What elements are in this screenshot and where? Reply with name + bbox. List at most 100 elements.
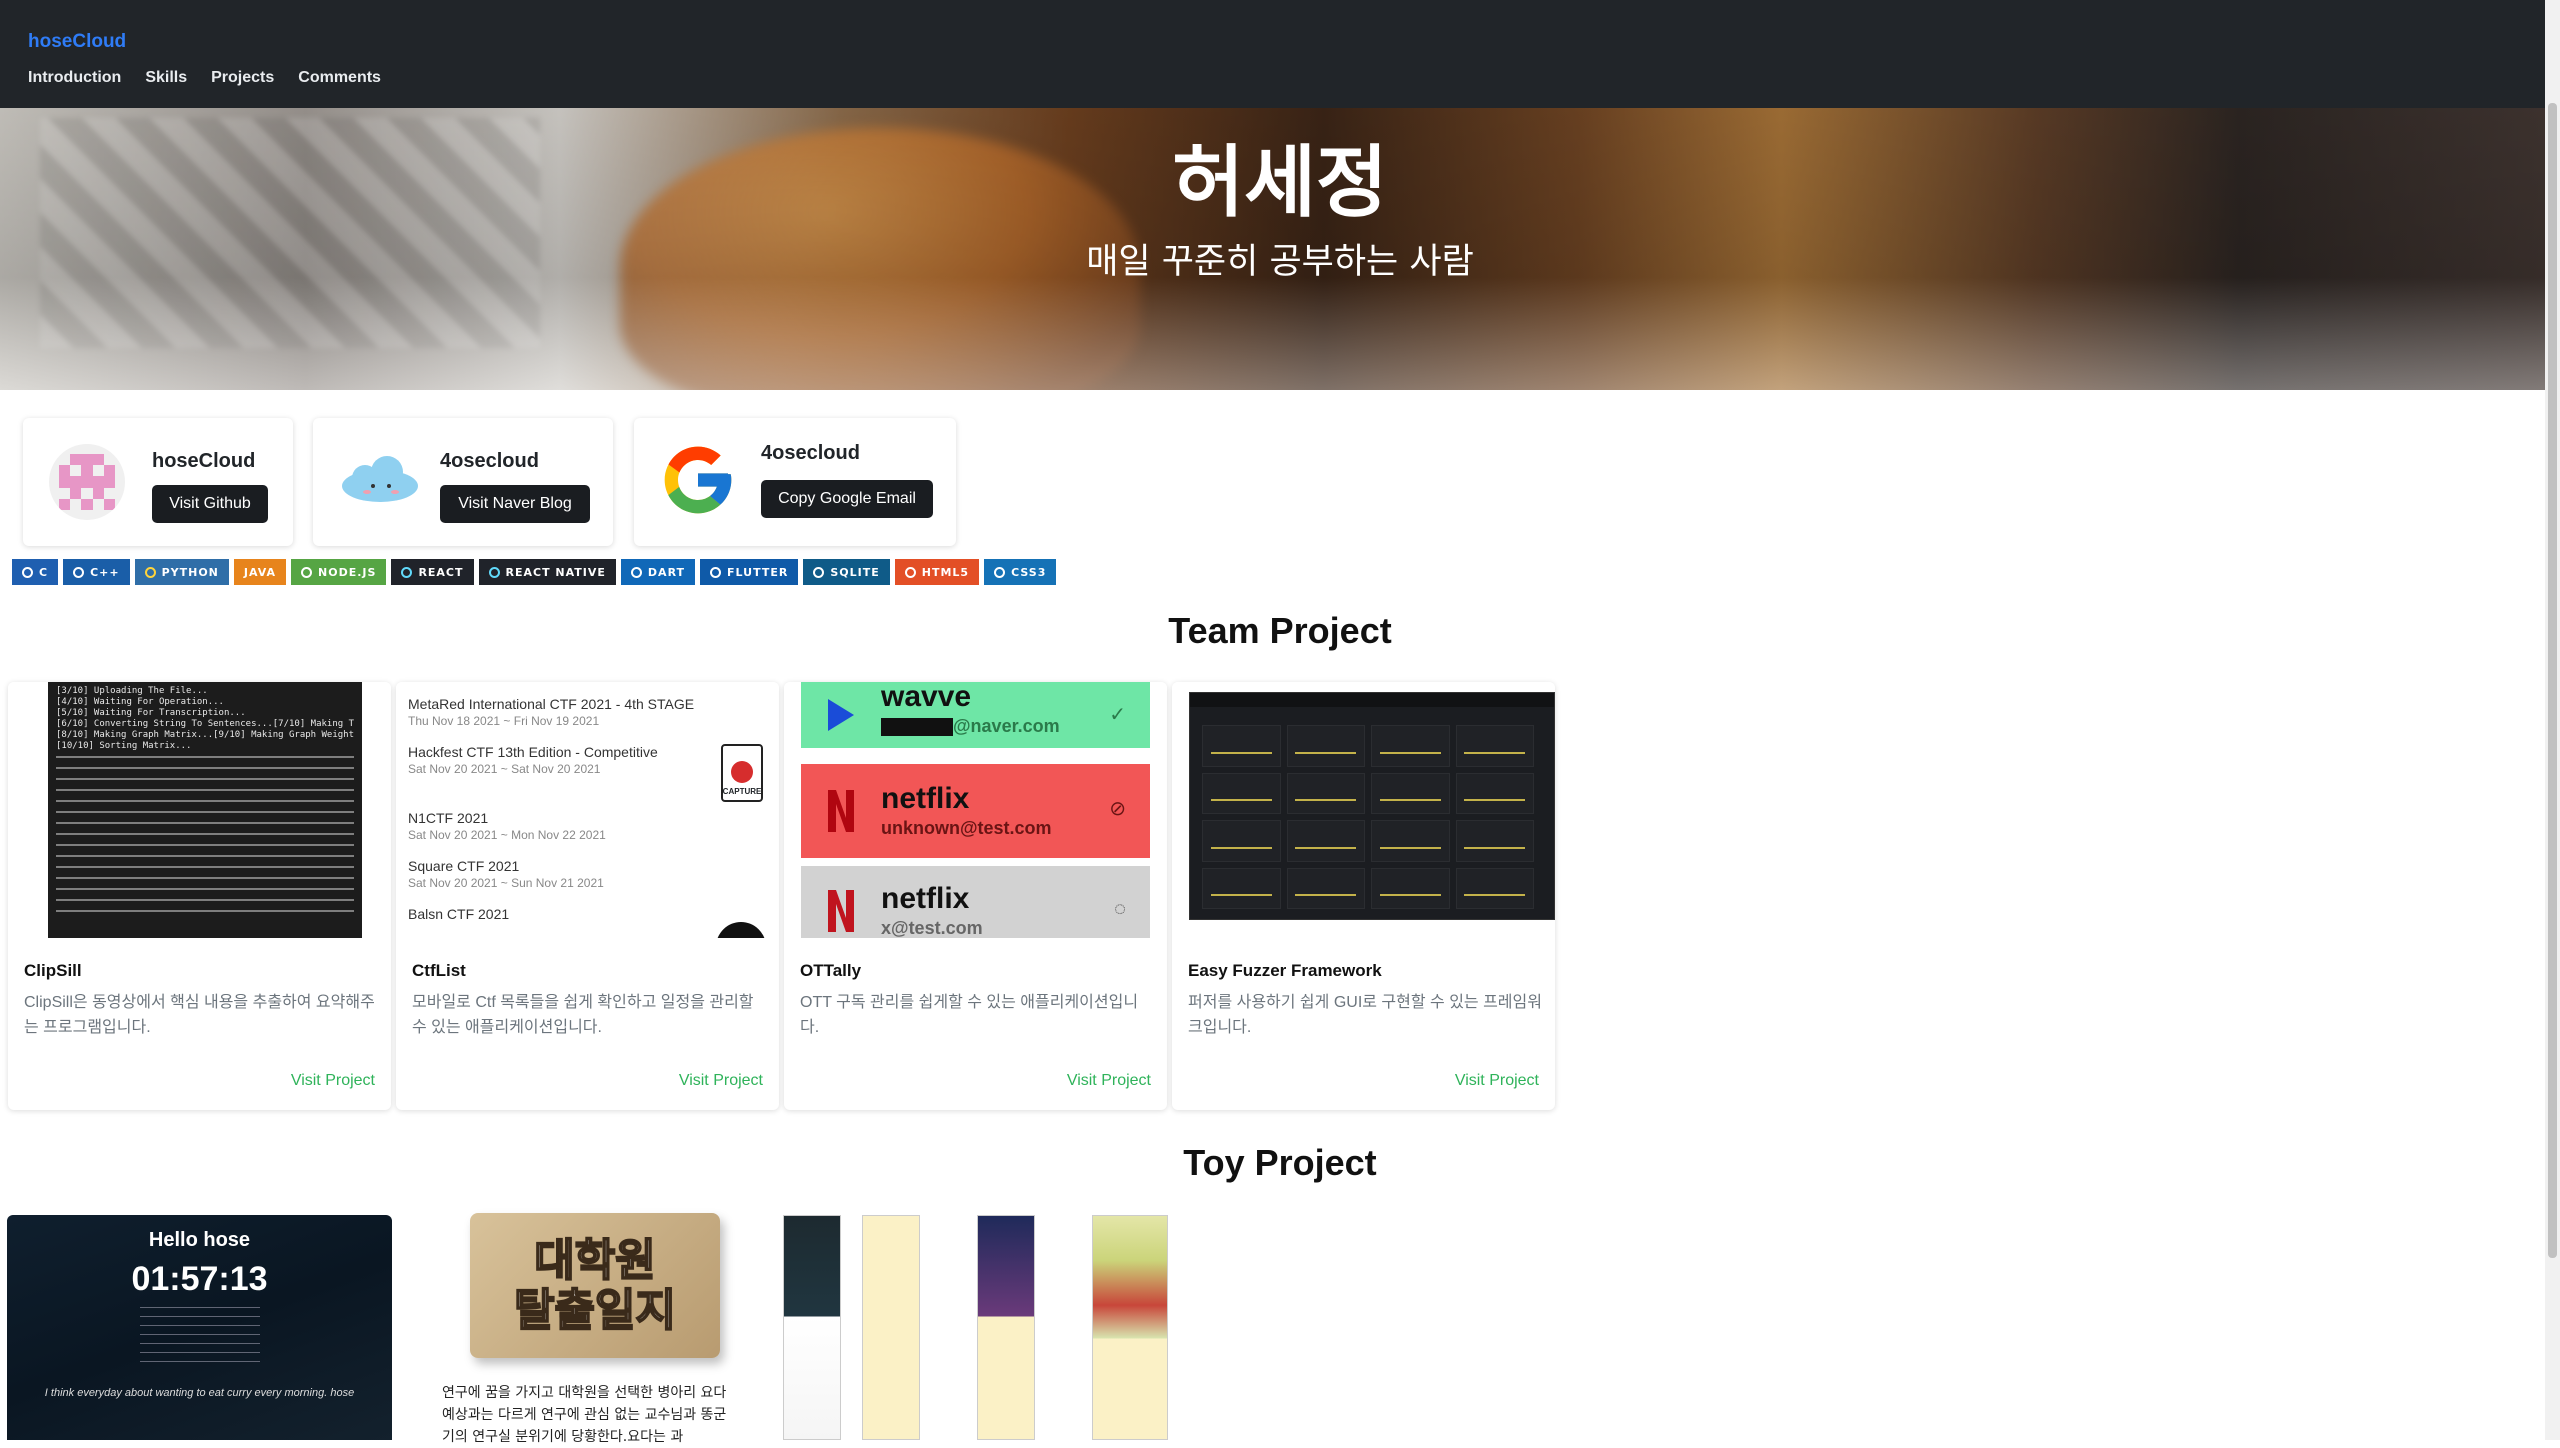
visit-project-link[interactable]: Visit Project xyxy=(679,1072,763,1090)
movie-app-screen-4[interactable] xyxy=(1092,1215,1168,1440)
toy-project-clock[interactable]: Hello hose 01:57:13 I think everyday abo… xyxy=(7,1215,392,1440)
movie-app-screen-3[interactable] xyxy=(977,1215,1035,1440)
identicon-avatar xyxy=(49,444,125,520)
ctf-list-item: N1CTF 2021 Sat Nov 20 2021 ~ Mon Nov 22 2… xyxy=(408,810,606,842)
badge-dart: DART xyxy=(620,559,696,585)
team-project-heading: Team Project xyxy=(1168,610,1392,651)
project-title: CtfList xyxy=(412,961,466,980)
toy-project-heading: Toy Project xyxy=(1183,1142,1377,1183)
dashboard-panels xyxy=(1202,725,1534,909)
project-title: ClipSill xyxy=(24,961,82,980)
google-card: 4osecloud Copy Google Email xyxy=(634,418,956,546)
badge-java: JAVA xyxy=(233,559,287,585)
github-username: hoseCloud xyxy=(152,450,256,472)
nav-links: Introduction Skills Projects Comments xyxy=(28,69,381,87)
netflix-logo-icon xyxy=(828,790,854,832)
subscription-item-netflix: netflix unknown@test.com ⊘ xyxy=(801,764,1150,858)
naver-blog-card: 4osecloud Visit Naver Blog xyxy=(313,418,613,546)
google-username: 4osecloud xyxy=(761,442,860,464)
netflix-logo-icon xyxy=(828,890,854,932)
skull-icon xyxy=(731,761,753,783)
blocked-icon: ⊘ xyxy=(1109,798,1126,820)
badge-html5: HTML5 xyxy=(894,559,980,585)
clock-todo-list xyxy=(7,1307,392,1367)
project-description: OTT 구독 관리를 쉽게할 수 있는 애플리케이션입니다. xyxy=(800,994,1139,1036)
html5-icon xyxy=(904,566,916,578)
clipsill-terminal: [3/10] Uploading The File... [4/10] Wait… xyxy=(48,682,362,938)
redacted-block xyxy=(881,717,953,736)
clock-time: 01:57:13 xyxy=(131,1260,268,1298)
toy-project-poster[interactable]: 대학원 탈출일지 xyxy=(470,1213,720,1358)
visit-project-link[interactable]: Visit Project xyxy=(1067,1072,1151,1090)
check-icon: ✓ xyxy=(1109,704,1126,726)
dashboard-titlebar xyxy=(1190,693,1554,707)
cloud-avatar-icon xyxy=(342,456,418,502)
badge-cpp: C++ xyxy=(63,559,130,585)
visit-project-link[interactable]: Visit Project xyxy=(291,1072,375,1090)
badge-css3: CSS3 xyxy=(984,559,1057,585)
scrollbar-thumb[interactable] xyxy=(2548,103,2557,1258)
ctf-team-logo: CAPTURE xyxy=(721,744,763,802)
wavve-logo-icon xyxy=(828,699,854,731)
fuzzer-thumbnail xyxy=(1172,682,1555,938)
subscription-item-wavve: wavve @naver.com ✓ xyxy=(801,682,1150,748)
react-icon xyxy=(401,566,413,578)
css3-icon xyxy=(994,566,1006,578)
nav-projects[interactable]: Projects xyxy=(211,69,274,87)
loading-icon: ◌ xyxy=(1114,898,1126,920)
movie-app-screen-1[interactable] xyxy=(783,1215,841,1440)
page-scrollbar[interactable] xyxy=(2545,0,2560,1440)
google-icon xyxy=(664,446,732,514)
subscription-item-netflix-pending: netflix x@test.com ◌ xyxy=(801,866,1150,938)
python-icon xyxy=(144,566,156,578)
ctf-list-item: Balsn CTF 2021 xyxy=(408,906,510,922)
cpp-icon xyxy=(73,566,85,578)
naver-username: 4osecloud xyxy=(440,450,539,472)
nav-skills[interactable]: Skills xyxy=(145,69,187,87)
c-icon xyxy=(22,566,33,578)
project-card-clipsill[interactable]: [3/10] Uploading The File... [4/10] Wait… xyxy=(8,682,391,1110)
badge-react: REACT xyxy=(391,559,474,585)
clock-greeting: Hello hose xyxy=(148,1229,251,1251)
skill-badges: C C++ PYTHON JAVA NODE.JS REACT REACT NA… xyxy=(12,559,1057,585)
project-card-ottally[interactable]: wavve @naver.com ✓ netflix unknown@test.… xyxy=(784,682,1167,1110)
clipsill-thumbnail: [3/10] Uploading The File... [4/10] Wait… xyxy=(8,682,391,938)
toy-project-description: 연구에 꿈을 가지고 대학원을 선택한 병아리 요다 예상과는 다르게 연구에 … xyxy=(442,1385,727,1445)
floating-action-button xyxy=(716,922,766,938)
project-title: Easy Fuzzer Framework xyxy=(1188,961,1382,980)
badge-c: C xyxy=(12,559,59,585)
brand-link[interactable]: hoseCloud xyxy=(28,31,126,53)
project-card-easy-fuzzer[interactable]: Easy Fuzzer Framework 퍼저를 사용하기 쉽게 GUI로 구… xyxy=(1172,682,1555,1110)
ctf-list-item: Square CTF 2021 Sat Nov 20 2021 ~ Sun Nov… xyxy=(408,858,604,890)
project-description: 퍼저를 사용하기 쉽게 GUI로 구현할 수 있는 프레임워크입니다. xyxy=(1188,994,1542,1036)
ctf-list-item: MetaRed International CTF 2021 - 4th STA… xyxy=(408,696,695,728)
ctflist-thumbnail: MetaRed International CTF 2021 - 4th STA… xyxy=(396,682,779,938)
badge-flutter: FLUTTER xyxy=(700,559,799,585)
nodejs-icon xyxy=(301,566,313,578)
top-navbar: hoseCloud Introduction Skills Projects C… xyxy=(0,0,2545,108)
flutter-icon xyxy=(710,566,722,578)
dart-icon xyxy=(630,566,642,578)
sqlite-icon xyxy=(813,566,825,578)
project-description: 모바일로 Ctf 목록들을 쉽게 확인하고 일정을 관리할 수 있는 애플리케이… xyxy=(412,994,754,1036)
ottally-thumbnail: wavve @naver.com ✓ netflix unknown@test.… xyxy=(784,682,1167,938)
fuzzer-dashboard-screenshot xyxy=(1189,692,1555,920)
nav-introduction[interactable]: Introduction xyxy=(28,69,121,87)
project-description: ClipSill은 동영상에서 핵심 내용을 추출하여 요약해주는 프로그램입니… xyxy=(24,994,375,1036)
badge-react-native: REACT NATIVE xyxy=(478,559,616,585)
project-title: OTTally xyxy=(800,961,862,980)
copy-google-email-button[interactable]: Copy Google Email xyxy=(761,480,933,518)
visit-naver-blog-button[interactable]: Visit Naver Blog xyxy=(440,485,590,523)
badge-nodejs: NODE.JS xyxy=(291,559,387,585)
visit-github-button[interactable]: Visit Github xyxy=(152,485,268,523)
badge-python: PYTHON xyxy=(134,559,229,585)
badge-sqlite: SQLITE xyxy=(803,559,890,585)
visit-project-link[interactable]: Visit Project xyxy=(1455,1072,1539,1090)
hero-subtitle: 매일 꾸준히 공부하는 사람 xyxy=(1086,242,1474,282)
clock-quote: I think everyday about wanting to eat cu… xyxy=(44,1387,355,1399)
project-card-ctflist[interactable]: MetaRed International CTF 2021 - 4th STA… xyxy=(396,682,779,1110)
react-native-icon xyxy=(488,566,500,578)
clipsill-summary-text xyxy=(56,756,354,916)
nav-comments[interactable]: Comments xyxy=(298,69,381,87)
movie-app-screen-2[interactable] xyxy=(862,1215,920,1440)
